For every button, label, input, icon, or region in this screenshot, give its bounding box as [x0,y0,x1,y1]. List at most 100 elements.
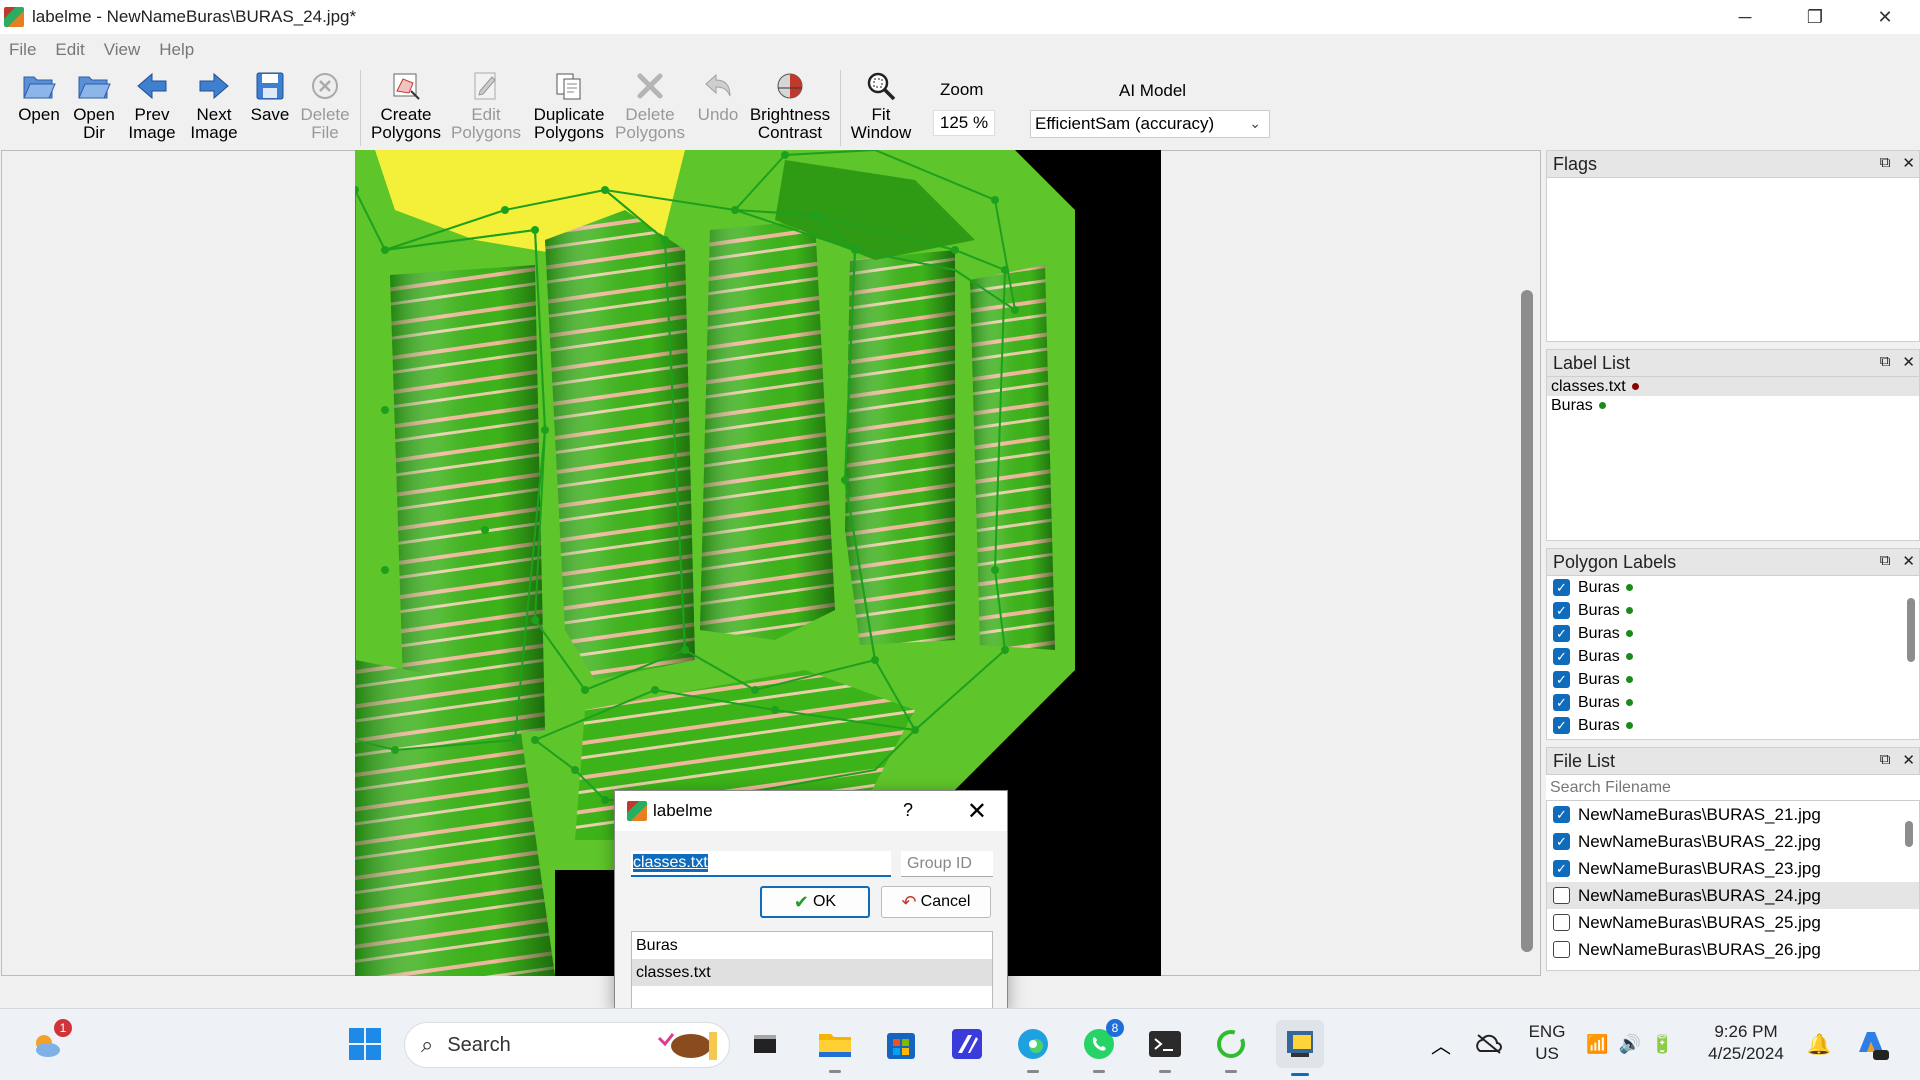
open-button[interactable]: Open [18,68,60,124]
float-icon[interactable]: ⧉ [1880,154,1891,172]
checkbox-unchecked-icon[interactable] [1553,941,1570,958]
undo-button[interactable]: Undo [694,68,742,124]
ai-model-select[interactable]: EfficientSam (accuracy) ⌄ [1030,110,1270,138]
file-list-item[interactable]: NewNameBuras\BURAS_26.jpg [1547,936,1919,963]
flags-title: Flags [1553,153,1598,174]
show-hidden-icons-button[interactable]: ︿ [1420,1023,1462,1065]
polygon-label-item[interactable]: ✓ Buras [1547,714,1919,737]
edge-button[interactable] [1012,1023,1054,1073]
checkbox-checked-icon[interactable]: ✓ [1553,860,1570,877]
duplicate-polygons-button[interactable]: Duplicate Polygons [532,68,606,142]
notifications-button[interactable]: 🔔 [1798,1023,1840,1065]
ai-model-label: AI Model [1119,81,1187,100]
polygon-label-item[interactable]: ✓ Buras [1547,576,1919,599]
brightness-contrast-label-2: Contrast [757,123,823,142]
checkbox-unchecked-icon[interactable] [1553,914,1570,931]
file-list-scrollbar[interactable] [1905,821,1913,847]
onedrive-button[interactable] [1468,1023,1510,1065]
app-ring-button[interactable] [1210,1023,1252,1073]
restore-button[interactable]: ❐ [1780,0,1850,34]
edit-polygons-button[interactable]: Edit Polygons [451,68,521,142]
checkbox-checked-icon[interactable]: ✓ [1553,602,1570,619]
dialog-list-item-selected[interactable]: classes.txt [632,959,992,986]
taskbar-search[interactable]: ⌕ Search [404,1022,730,1068]
polygon-label-item[interactable]: ✓ Buras [1547,668,1919,691]
microsoft-store-button[interactable] [880,1023,922,1065]
menu-file[interactable]: File [0,40,46,60]
polygon-labels-scrollbar[interactable] [1907,598,1915,662]
open-dir-button[interactable]: Open Dir [72,68,116,142]
save-button[interactable]: Save [250,68,290,124]
help-button[interactable]: ? [903,800,913,821]
create-polygons-label-2: Polygons [371,123,441,142]
copilot-button[interactable] [1850,1023,1892,1065]
zoom-spinbox[interactable]: 125 % [933,110,995,136]
terminal-button[interactable] [1144,1023,1186,1073]
weather-widget[interactable]: 1 [26,1019,72,1065]
checkbox-checked-icon[interactable]: ✓ [1553,806,1570,823]
checkbox-unchecked-icon[interactable] [1553,887,1570,904]
minimize-icon: ─ [1738,6,1752,27]
prev-image-button[interactable]: Prev Image [128,68,176,142]
create-polygons-label: Create [380,105,432,124]
checkbox-checked-icon[interactable]: ✓ [1553,833,1570,850]
vscode-like-button[interactable] [946,1023,988,1065]
polygon-label-text: Buras [1578,578,1620,596]
file-search-input[interactable]: Search Filename [1546,775,1920,801]
checkbox-checked-icon[interactable]: ✓ [1553,671,1570,688]
label-list-item[interactable]: Buras [1547,396,1919,415]
file-list-item[interactable]: ✓ NewNameBuras\BURAS_21.jpg [1547,801,1919,828]
file-list-item-selected[interactable]: NewNameBuras\BURAS_24.jpg [1547,882,1919,909]
ok-button[interactable]: ✔ OK [760,886,870,918]
file-explorer-button[interactable] [814,1023,856,1073]
polygon-label-item[interactable]: ✓ Buras [1547,645,1919,668]
polygon-label-item[interactable]: ✓ Buras [1547,622,1919,645]
task-view-button[interactable] [744,1023,786,1065]
close-icon[interactable]: ✕ [1902,154,1915,172]
quick-settings-button[interactable]: 📶 🔊 🔋 [1580,1023,1680,1065]
start-button[interactable] [344,1023,386,1065]
float-icon[interactable]: ⧉ [1880,751,1891,769]
edit-polygons-label: Edit [471,105,501,124]
next-image-button[interactable]: Next Image [190,68,238,142]
menu-help[interactable]: Help [150,40,204,60]
float-icon[interactable]: ⧉ [1880,353,1891,371]
checkbox-checked-icon[interactable]: ✓ [1553,717,1570,734]
group-id-input[interactable]: Group ID [901,851,993,877]
checkbox-checked-icon[interactable]: ✓ [1553,625,1570,642]
language-indicator[interactable]: ENG US [1526,1021,1568,1065]
dialog-close-button[interactable]: ✕ [967,797,987,826]
delete-file-label: Delete [300,105,350,124]
brightness-contrast-button[interactable]: Brightness Contrast [750,68,830,142]
close-icon[interactable]: ✕ [1902,552,1915,570]
create-polygons-button[interactable]: Create Polygons [371,68,441,142]
labelme-app-icon [627,801,647,821]
checkbox-checked-icon[interactable]: ✓ [1553,579,1570,596]
minimize-button[interactable]: ─ [1710,0,1780,34]
delete-file-button[interactable]: Delete File [300,68,350,142]
close-icon[interactable]: ✕ [1902,751,1915,769]
file-list-item[interactable]: ✓ NewNameBuras\BURAS_23.jpg [1547,855,1919,882]
checkbox-checked-icon[interactable]: ✓ [1553,648,1570,665]
labelme-taskbar-button[interactable] [1276,1020,1324,1076]
file-list-item[interactable]: ✓ NewNameBuras\BURAS_22.jpg [1547,828,1919,855]
close-icon[interactable]: ✕ [1902,353,1915,371]
clock[interactable]: 9:26 PM 4/25/2024 [1688,1021,1804,1065]
delete-polygons-button[interactable]: Delete Polygons [615,68,685,142]
menu-view[interactable]: View [95,40,151,60]
cancel-button[interactable]: ↶ Cancel [881,886,991,918]
file-list-item[interactable]: NewNameBuras\BURAS_25.jpg [1547,909,1919,936]
label-input[interactable]: classes.txt [631,851,891,877]
menu-edit[interactable]: Edit [46,40,94,60]
polygon-label-item[interactable]: ✓ Buras [1547,599,1919,622]
close-window-button[interactable]: ✕ [1850,0,1920,34]
polygon-label-item[interactable]: ✓ Buras [1547,691,1919,714]
dialog-list-item[interactable]: Buras [632,932,992,959]
label-list-item[interactable]: classes.txt [1547,377,1919,396]
whatsapp-button[interactable]: 8 [1078,1019,1124,1073]
float-icon[interactable]: ⧉ [1880,552,1891,570]
checkbox-checked-icon[interactable]: ✓ [1553,694,1570,711]
canvas-vertical-scrollbar[interactable] [1521,290,1533,952]
fit-window-button[interactable]: Fit Window [851,68,911,142]
polygon-label-text: Buras [1578,693,1620,711]
